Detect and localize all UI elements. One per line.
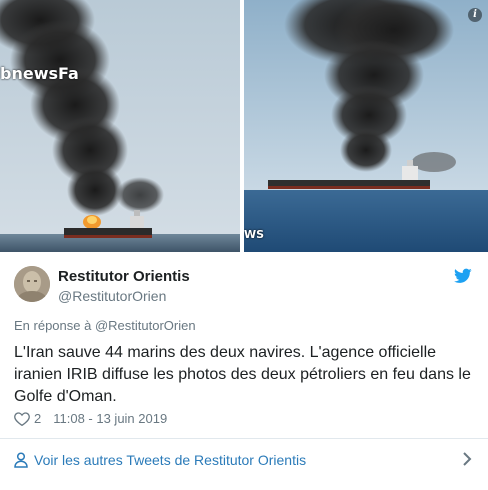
more-tweets-label: Voir les autres Tweets de Restitutor Ori… (34, 452, 307, 468)
tanker-photo-right[interactable]: WS (244, 0, 488, 252)
chevron-right-icon (462, 451, 472, 467)
right-watermark: WS (244, 228, 265, 241)
tweet-text: L'Iran sauve 44 marins des deux navires.… (14, 344, 471, 405)
more-tweets-link[interactable]: Voir les autres Tweets de Restitutor Ori… (14, 449, 476, 471)
display-name[interactable]: Restitutor Orientis (58, 268, 190, 285)
twitter-bird-icon[interactable] (454, 268, 472, 284)
left-watermark: bnewsFa (0, 64, 79, 83)
avatar[interactable] (14, 266, 50, 302)
reply-context[interactable]: En réponse à @RestitutorOrien (14, 318, 196, 333)
heart-icon[interactable] (14, 411, 30, 426)
tanker-photo-left[interactable]: bnewsFa (0, 0, 240, 252)
info-icon[interactable]: i (468, 8, 482, 22)
divider (0, 438, 488, 439)
tweet-meta: 2 11:08 - 13 juin 2019 (14, 411, 167, 426)
tweet-header: Restitutor Orientis @RestitutorOrien (14, 266, 474, 306)
like-count[interactable]: 2 (34, 411, 41, 426)
person-icon (14, 452, 28, 468)
user-handle[interactable]: @RestitutorOrien (58, 288, 166, 304)
tweet-timestamp[interactable]: 11:08 - 13 juin 2019 (53, 411, 167, 426)
tweet-media[interactable]: bnewsFa WS i (0, 0, 488, 252)
